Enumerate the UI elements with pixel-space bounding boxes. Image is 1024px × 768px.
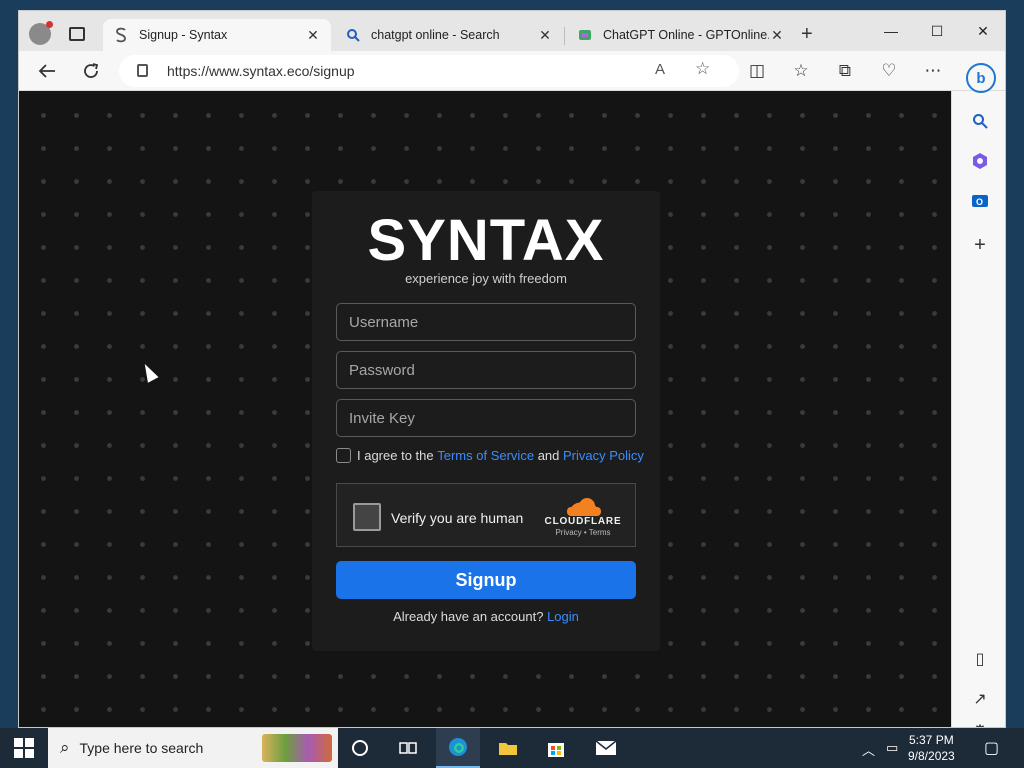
agree-and: and xyxy=(537,448,560,463)
close-tab-icon[interactable]: ✕ xyxy=(769,27,785,44)
invite-key-input[interactable] xyxy=(336,399,636,437)
agree-prefix: I agree to the xyxy=(357,448,434,463)
tagline: experience joy with freedom xyxy=(405,271,567,286)
tab-title: ChatGPT Online - GPTOnline.ai xyxy=(603,28,769,42)
back-icon[interactable] xyxy=(37,61,57,81)
clock-time: 5:37 PM xyxy=(909,733,954,747)
add-sidebar-app-icon[interactable]: + xyxy=(968,233,992,257)
tab-separator xyxy=(564,27,565,45)
favorites-icon[interactable]: ☆ xyxy=(791,61,811,81)
close-tab-icon[interactable]: ✕ xyxy=(305,27,321,44)
taskbar-clock[interactable]: 5:37 PM 9/8/2023 xyxy=(908,732,955,764)
split-screen-icon[interactable]: ◫ xyxy=(747,61,767,81)
tab-chatgpt-search[interactable]: chatgpt online - Search ✕ xyxy=(335,19,563,51)
password-input[interactable] xyxy=(336,351,636,389)
favorite-star-icon[interactable]: ☆ xyxy=(695,59,710,79)
search-icon[interactable] xyxy=(968,109,992,133)
tab-gptonline[interactable]: ChatGPT Online - GPTOnline.ai ✕ xyxy=(567,19,795,51)
task-view-icon[interactable] xyxy=(386,728,430,768)
file-explorer-icon[interactable] xyxy=(486,728,530,768)
taskbar: ⌕ Type here to search ︿ ▭ 5:37 PM 9/8/20… xyxy=(0,728,1024,768)
signup-card: SYNTAX experience joy with freedom I agr… xyxy=(312,191,660,651)
minimize-icon[interactable]: — xyxy=(881,23,901,39)
username-input[interactable] xyxy=(336,303,636,341)
bing-chat-icon[interactable]: b xyxy=(966,63,996,93)
brand-logo: SYNTAX xyxy=(367,208,605,273)
mail-icon[interactable] xyxy=(584,728,628,768)
clock-date: 9/8/2023 xyxy=(908,749,955,763)
captcha-links[interactable]: Privacy • Terms xyxy=(543,528,623,537)
sidebar-settings-icon[interactable]: ⚙ xyxy=(968,719,992,727)
taskbar-search-box[interactable]: ⌕ Type here to search xyxy=(48,728,338,768)
browser-essentials-icon[interactable]: ♡ xyxy=(879,61,899,81)
mouse-cursor-icon xyxy=(139,361,159,383)
captcha-checkbox[interactable] xyxy=(353,503,381,531)
browser-toolbar: https://www.syntax.eco/signup A ☆ ◫ ☆ ⧉ … xyxy=(19,51,1005,91)
search-icon: ⌕ xyxy=(60,738,70,757)
privacy-link[interactable]: Privacy Policy xyxy=(563,448,644,463)
close-tab-icon[interactable]: ✕ xyxy=(537,27,553,44)
microsoft-store-icon[interactable] xyxy=(534,728,578,768)
terms-agreement: I agree to the Terms of Service and Priv… xyxy=(336,448,644,463)
collections-icon[interactable]: ⧉ xyxy=(835,61,855,81)
taskbar-search-placeholder: Type here to search xyxy=(79,740,204,756)
open-external-icon[interactable]: ↗ xyxy=(968,687,992,711)
cloud-icon xyxy=(563,498,603,516)
signup-page: SYNTAX experience joy with freedom I agr… xyxy=(19,91,951,727)
captcha-widget: Verify you are human CLOUDFLARE Privacy … xyxy=(336,483,636,547)
cortana-icon[interactable] xyxy=(338,728,382,768)
maximize-icon[interactable]: ☐ xyxy=(927,23,947,40)
login-prompt: Already have an account? Login xyxy=(312,609,660,624)
signup-button[interactable]: Signup xyxy=(336,561,636,599)
hide-sidebar-icon[interactable]: ▯ xyxy=(968,647,992,671)
svg-text:O: O xyxy=(976,197,983,207)
read-aloud-icon[interactable]: A xyxy=(655,61,665,78)
settings-more-icon[interactable]: ⋯ xyxy=(923,61,943,81)
syntax-s-icon xyxy=(113,27,129,43)
microsoft-365-icon[interactable] xyxy=(968,149,992,173)
tab-strip: Signup - Syntax ✕ chatgpt online - Searc… xyxy=(19,11,1005,51)
cloudflare-logo: CLOUDFLARE Privacy • Terms xyxy=(543,498,623,537)
notifications-icon[interactable]: ▢ xyxy=(984,738,999,758)
edge-sidebar: b O + ▯ ↗ ⚙ xyxy=(951,63,1005,727)
network-icon[interactable]: ▭ xyxy=(886,740,898,756)
lock-icon xyxy=(137,64,148,77)
terms-link[interactable]: Terms of Service xyxy=(437,448,534,463)
login-link[interactable]: Login xyxy=(547,609,579,624)
show-hidden-icons-icon[interactable]: ︿ xyxy=(862,740,875,759)
tab-actions-icon[interactable] xyxy=(69,27,85,41)
captcha-label: Verify you are human xyxy=(391,510,524,526)
search-highlight-image xyxy=(262,734,332,762)
address-bar[interactable]: https://www.syntax.eco/signup A ☆ xyxy=(119,55,739,87)
windows-start-icon[interactable] xyxy=(14,738,34,758)
agree-checkbox[interactable] xyxy=(336,448,351,463)
edge-taskbar-icon[interactable] xyxy=(436,728,480,768)
tab-signup-syntax[interactable]: Signup - Syntax ✕ xyxy=(103,19,331,51)
refresh-icon[interactable] xyxy=(81,61,101,81)
url-text: https://www.syntax.eco/signup xyxy=(167,63,355,79)
gptonline-icon xyxy=(577,27,593,43)
outlook-icon[interactable]: O xyxy=(968,189,992,213)
cloudflare-name: CLOUDFLARE xyxy=(544,516,622,527)
search-icon xyxy=(345,27,361,43)
new-tab-icon[interactable]: + xyxy=(801,24,813,44)
browser-window: Signup - Syntax ✕ chatgpt online - Searc… xyxy=(18,10,1006,728)
notification-dot xyxy=(46,21,53,28)
close-window-icon[interactable]: ✕ xyxy=(973,23,993,40)
profile-avatar-icon[interactable] xyxy=(29,21,53,45)
tab-title: Signup - Syntax xyxy=(139,28,228,42)
login-prompt-text: Already have an account? xyxy=(393,609,544,624)
tab-title: chatgpt online - Search xyxy=(371,28,500,42)
